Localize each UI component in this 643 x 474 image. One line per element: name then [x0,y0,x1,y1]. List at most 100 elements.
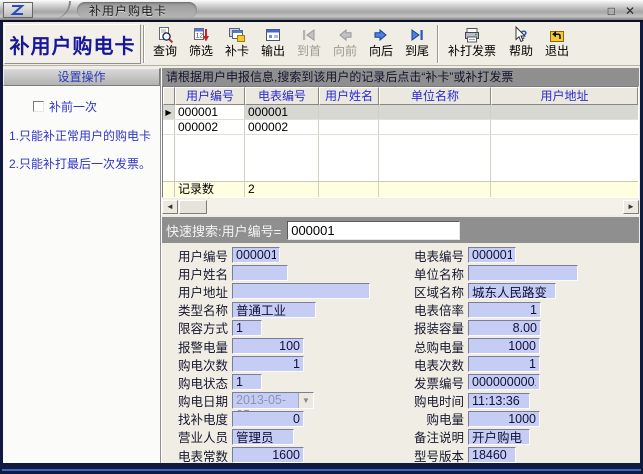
app-client-area: 补用户购电卡 查询 12 筛选 补卡 [3,22,640,463]
field-label: 用户地址 [170,282,228,301]
toolbar-separator [143,25,145,63]
type-name-field[interactable] [232,302,316,318]
current-row-indicator-icon: ▶ [163,105,175,119]
quick-search-input[interactable] [287,221,460,240]
field-label: 电表倍率 [402,300,464,319]
maximize-icon[interactable]: □ [608,5,615,17]
sidebar-note: 1.只能补正常用户的购电卡 [9,129,156,143]
remark-field[interactable] [468,429,530,445]
record-count-label: 记录数 [175,182,245,197]
go-previous-icon [336,26,354,44]
go-last-button[interactable]: 到尾 [399,23,435,65]
field-label: 购电日期 [170,391,228,410]
capacity-limit-mode-field[interactable] [232,320,262,336]
installed-capacity-field[interactable] [468,320,541,336]
field-label: 电表次数 [402,355,464,374]
field-label: 限容方式 [170,318,228,337]
field-label: 购电次数 [170,355,228,374]
reissue-previous-checkbox[interactable]: 补前一次 [33,98,160,115]
invoice-number-field[interactable] [468,374,540,390]
user-name-field[interactable] [232,265,288,281]
purchase-count-field[interactable] [232,356,304,372]
window-title-area: 补用户购电卡 [77,2,197,18]
toolbar-separator [437,25,439,63]
export-button[interactable]: 输出 [255,23,291,65]
reissue-card-button[interactable]: 补卡 [219,23,255,65]
record-count-value: 2 [245,182,319,197]
quick-search-bar: 快速搜索:用户编号= [162,217,639,243]
total-purchased-power-field[interactable] [468,338,540,354]
record-count-row: 记录数 2 [163,181,638,197]
app-window: 补用户购电卡 □ ✕ 补用户购电卡 查询 12 筛选 [0,0,643,474]
meter-count-field[interactable] [468,356,540,372]
purchase-date-combobox[interactable]: 2013-05-25 ▼ [232,392,314,409]
purchase-time-field[interactable] [468,393,530,409]
field-label: 区域名称 [402,282,464,301]
go-first-icon [300,26,318,44]
area-name-field[interactable] [468,283,556,299]
table-row[interactable]: ▶ 000001 000001 [163,105,638,120]
user-address-field[interactable] [232,283,370,299]
compensation-power-field[interactable] [232,411,304,427]
horizontal-scrollbar[interactable]: ◄ ► [162,199,639,215]
query-button[interactable]: 查询 [147,23,183,65]
exit-button[interactable]: 退出 [539,23,575,65]
help-icon: ? [512,26,530,44]
purchase-amount-field[interactable] [468,411,540,427]
go-first-button: 到首 [291,23,327,65]
table-row[interactable]: 000002 000002 [163,120,638,135]
user-id-field[interactable] [232,247,280,263]
titlebar-ornament [37,1,71,19]
field-label: 购电状态 [170,373,228,392]
field-label: 用户姓名 [170,264,228,283]
field-label: 单位名称 [402,264,464,283]
reissue-card-icon [228,26,246,44]
quick-search-label: 快速搜索:用户编号= [166,221,281,240]
alarm-power-field[interactable] [232,338,304,354]
model-version-field[interactable] [468,447,516,463]
column-header[interactable]: 用户地址 [491,87,638,105]
scroll-left-icon[interactable]: ◄ [162,200,178,214]
go-previous-button: 向前 [327,23,363,65]
column-header[interactable]: 用户编号 [175,87,245,105]
sidebar: 设置操作 补前一次 1.只能补正常用户的购电卡 2.只能补打最后一次发票。 [3,68,161,463]
reprint-invoice-button[interactable]: 补打发票 [441,23,503,65]
filter-icon: 12 [192,26,210,44]
table-header-row: 用户编号 电表编号 用户姓名 单位名称 用户地址 [163,87,638,105]
help-button[interactable]: ? 帮助 [503,23,539,65]
page-title-panel: 补用户购电卡 [4,24,141,64]
meter-ratio-field[interactable] [468,302,541,318]
user-records-table: 用户编号 电表编号 用户姓名 单位名称 用户地址 ▶ 000001 000001 [162,86,639,198]
field-label: 总购电量 [402,337,464,356]
chevron-down-icon[interactable]: ▼ [298,393,313,408]
purchase-status-field[interactable] [232,374,262,390]
column-header[interactable]: 单位名称 [379,87,491,105]
exit-icon [548,26,566,44]
instruction-bar: 请根据用户申报信息,搜索到该用户的记录后点击“补卡”或补打发票 [162,68,639,86]
unit-name-field[interactable] [468,265,578,281]
go-next-button[interactable]: 向后 [363,23,399,65]
field-label: 电表常数 [170,446,228,463]
checkbox-label: 补前一次 [49,98,97,115]
checkbox-icon[interactable] [33,101,44,112]
scroll-right-icon[interactable]: ► [623,200,639,214]
meter-id-field[interactable] [468,247,516,263]
field-label: 报警电量 [170,337,228,356]
field-label: 购电时间 [402,391,464,410]
meter-constant-field[interactable] [232,447,304,463]
field-label: 购电量 [402,409,464,428]
column-header[interactable]: 电表编号 [245,87,319,105]
titlebar: 补用户购电卡 □ ✕ [0,0,643,22]
operator-field[interactable] [232,429,294,445]
main-panel: 请根据用户申报信息,搜索到该用户的记录后点击“补卡”或补打发票 用户编号 电表编… [162,68,639,463]
field-label: 备注说明 [402,427,464,446]
field-label: 发票编号 [402,373,464,392]
column-header[interactable]: 用户姓名 [319,87,379,105]
field-label: 报装容量 [402,318,464,337]
sidebar-note: 2.只能补打最后一次发票。 [9,157,156,171]
filter-button[interactable]: 12 筛选 [183,23,219,65]
scrollbar-track[interactable] [178,200,623,214]
scrollbar-thumb[interactable] [179,200,207,214]
close-icon[interactable]: ✕ [625,5,635,17]
page-title: 补用户购电卡 [10,30,136,59]
